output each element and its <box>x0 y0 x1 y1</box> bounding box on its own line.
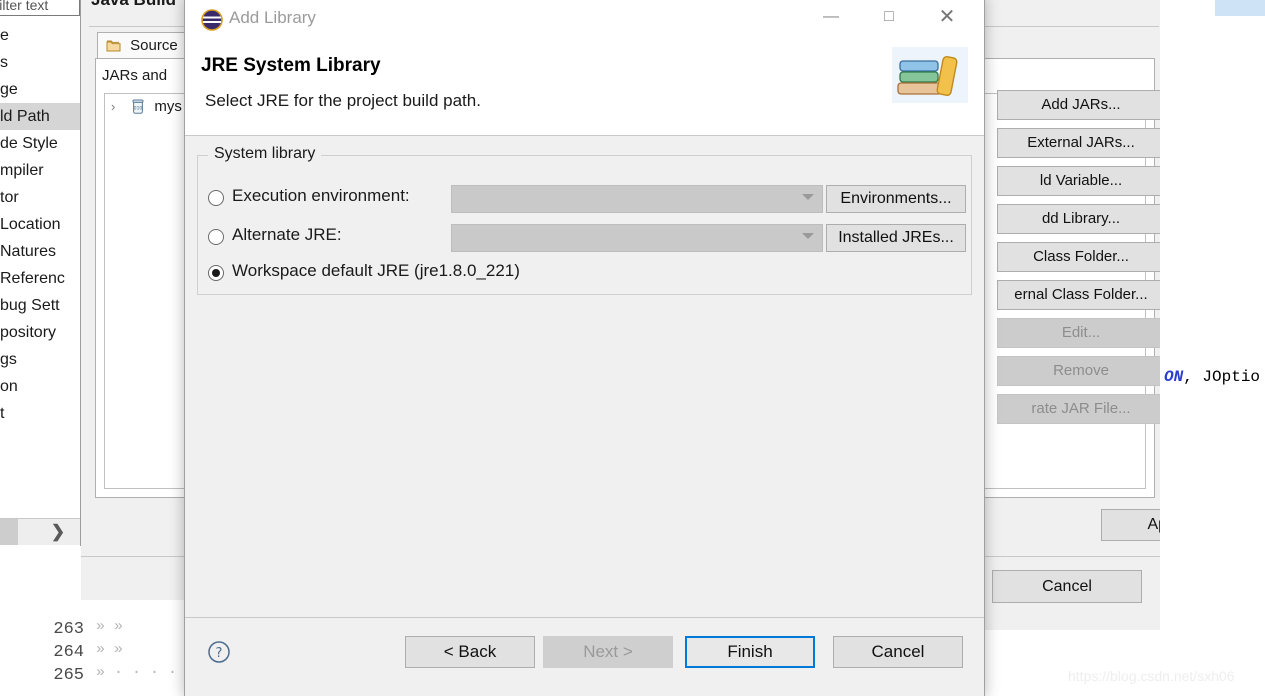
preferences-sidebar: type filter text e s ge ld Path de Style… <box>0 0 81 546</box>
sidebar-item[interactable]: de Style <box>0 130 80 157</box>
sidebar-item[interactable]: s <box>0 49 80 76</box>
dialog-title: Add Library <box>229 8 316 27</box>
sidebar-item[interactable]: tor <box>0 184 80 211</box>
edit-button: Edit... <box>997 318 1165 348</box>
sidebar-item[interactable]: bug Sett <box>0 292 80 319</box>
chevron-down-icon <box>802 194 814 200</box>
group-legend: System library <box>208 145 322 163</box>
tab-bar: Source <box>97 32 187 59</box>
divider <box>185 135 984 136</box>
svg-text:?: ? <box>216 646 223 661</box>
jar-icon: 010 <box>131 97 145 123</box>
sidebar-item[interactable]: Referenc <box>0 265 80 292</box>
code-editor-gutter: 263 264 265 » » » » » · · · · <box>0 600 184 696</box>
watermark: https://blog.csdn.net/sxh06 <box>1068 668 1235 684</box>
environments-button[interactable]: Environments... <box>826 185 966 213</box>
add-library-button[interactable]: dd Library... <box>997 204 1165 234</box>
radio-execution-environment-label: Execution environment: <box>232 186 410 205</box>
tab-source-label: Source <box>130 37 178 54</box>
dialog-heading: JRE System Library <box>201 55 381 76</box>
filter-text-input[interactable]: type filter text <box>0 0 80 16</box>
line-number: 263 <box>53 620 84 639</box>
dialog-title-bar[interactable]: Add Library — □ ✕ <box>185 0 984 41</box>
preferences-tree: e s ge ld Path de Style mpiler tor Locat… <box>0 22 80 427</box>
option-row-execution-environment: Execution environment: Environments... <box>198 184 971 216</box>
option-row-alternate-jre: Alternate JRE: Installed JREs... <box>198 223 971 255</box>
sidebar-item[interactable]: e <box>0 22 80 49</box>
code-plain: , JOptio <box>1183 368 1261 386</box>
add-variable-button[interactable]: ld Variable... <box>997 166 1165 196</box>
remove-button: Remove <box>997 356 1165 386</box>
radio-alternate-jre[interactable] <box>208 229 224 245</box>
add-class-folder-button[interactable]: Class Folder... <box>997 242 1165 272</box>
code-keyword: ON <box>1164 368 1184 386</box>
sidebar-item[interactable]: Location <box>0 211 80 238</box>
radio-workspace-default-jre[interactable] <box>208 265 224 281</box>
sidebar-item[interactable]: pository <box>0 319 80 346</box>
add-library-dialog: Add Library — □ ✕ JRE System Library Sel… <box>184 0 985 696</box>
code-editor-right-strip: ON, JOptio <box>1160 0 1265 696</box>
sidebar-horizontal-scrollbar[interactable]: ❯ <box>0 518 80 545</box>
close-icon[interactable]: ✕ <box>924 0 970 37</box>
line-number: 265 <box>53 666 84 685</box>
indent-guides: » · · · · <box>96 664 178 681</box>
dialog-header: JRE System Library Select JRE for the pr… <box>185 41 984 136</box>
sidebar-item[interactable]: gs <box>0 346 80 373</box>
radio-workspace-default-jre-label: Workspace default JRE (jre1.8.0_221) <box>232 261 520 280</box>
sidebar-item[interactable]: Natures <box>0 238 80 265</box>
scrollbar-thumb[interactable] <box>0 519 18 545</box>
build-path-button-column: Add JARs... External JARs... ld Variable… <box>997 90 1165 432</box>
chevron-down-icon <box>802 233 814 239</box>
next-button: Next > <box>543 636 673 668</box>
maximize-icon[interactable]: □ <box>866 0 912 37</box>
sidebar-item[interactable]: t <box>0 400 80 427</box>
jars-panel-label: JARs and <box>102 67 168 84</box>
dialog-cancel-button[interactable]: Cancel <box>833 636 963 668</box>
migrate-jar-file-button: rate JAR File... <box>997 394 1165 424</box>
add-jars-button[interactable]: Add JARs... <box>997 90 1165 120</box>
sidebar-item[interactable]: on <box>0 373 80 400</box>
screen: type filter text e s ge ld Path de Style… <box>0 0 1265 696</box>
dialog-body: System library Execution environment: En… <box>185 137 984 614</box>
dialog-footer: ? < Back Next > Finish Cancel <box>185 617 984 696</box>
minimize-icon[interactable]: — <box>808 0 854 37</box>
code-fragment: ON, JOptio <box>1164 368 1260 386</box>
page-title: Java Build <box>91 0 176 10</box>
preferences-cancel-button[interactable]: Cancel <box>992 570 1142 603</box>
execution-environment-combo[interactable] <box>451 185 823 213</box>
back-button[interactable]: < Back <box>405 636 535 668</box>
radio-alternate-jre-label: Alternate JRE: <box>232 225 342 244</box>
sidebar-item[interactable]: mpiler <box>0 157 80 184</box>
books-icon <box>892 47 968 103</box>
sidebar-item-java-build-path[interactable]: ld Path <box>0 103 80 130</box>
alternate-jre-combo[interactable] <box>451 224 823 252</box>
add-external-jars-button[interactable]: External JARs... <box>997 128 1165 158</box>
dialog-subheading: Select JRE for the project build path. <box>205 91 481 110</box>
option-row-workspace-default-jre: Workspace default JRE (jre1.8.0_221) <box>198 259 971 291</box>
indent-guides: » » <box>96 641 124 658</box>
tab-source[interactable]: Source <box>97 32 187 59</box>
chevron-right-icon[interactable]: ❯ <box>48 519 68 545</box>
line-number: 264 <box>53 643 84 662</box>
chevron-right-icon[interactable]: › <box>111 94 127 120</box>
jar-tree-row-label: mys <box>154 98 182 115</box>
indent-guides: » » <box>96 618 124 635</box>
radio-execution-environment[interactable] <box>208 190 224 206</box>
system-library-group: System library Execution environment: En… <box>197 145 972 295</box>
add-external-class-folder-button[interactable]: ernal Class Folder... <box>997 280 1165 310</box>
eclipse-icon <box>201 9 223 31</box>
installed-jres-button[interactable]: Installed JREs... <box>826 224 966 252</box>
help-question-icon[interactable]: ? <box>207 640 231 664</box>
finish-button[interactable]: Finish <box>685 636 815 668</box>
svg-text:010: 010 <box>134 106 143 112</box>
sidebar-item[interactable]: ge <box>0 76 80 103</box>
editor-tab-highlight <box>1215 0 1265 16</box>
